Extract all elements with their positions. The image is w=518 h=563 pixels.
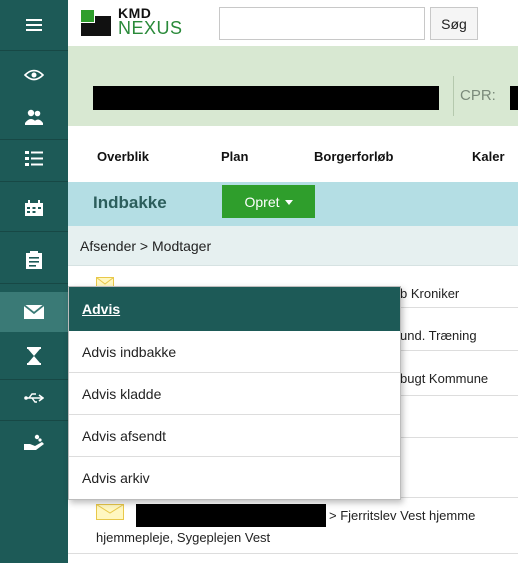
patient-banner: CPR: xyxy=(68,46,518,126)
row-text: > Fjerritslev Vest hjemme xyxy=(329,508,476,523)
inbox-header: Indbakke Opret xyxy=(68,182,518,226)
eye-icon[interactable] xyxy=(0,55,68,95)
hand-icon[interactable] xyxy=(0,422,68,462)
column-header[interactable]: Afsender > Modtager xyxy=(68,226,518,266)
top-bar: KMD NEXUS Søg xyxy=(68,0,518,46)
redacted-patient-name xyxy=(93,86,439,110)
tab-overblik[interactable]: Overblik xyxy=(97,149,149,164)
menu-item-advis-arkiv[interactable]: Advis arkiv xyxy=(69,457,400,499)
hourglass-icon[interactable] xyxy=(0,336,68,376)
left-sidebar xyxy=(0,0,68,563)
search-input[interactable] xyxy=(219,7,425,40)
calendar-icon[interactable] xyxy=(0,188,68,228)
redacted-cpr xyxy=(510,86,518,110)
create-button[interactable]: Opret xyxy=(222,185,315,218)
menu-item-label: Advis afsendt xyxy=(82,428,167,444)
row-text: bugt Kommune xyxy=(400,371,489,386)
create-button-label: Opret xyxy=(244,193,280,210)
row-text: b Kroniker xyxy=(400,286,460,301)
envelope-icon xyxy=(96,504,124,520)
dropdown-header-label[interactable]: Advis xyxy=(82,301,120,317)
row-text: und. Træning xyxy=(400,328,477,343)
logo-wordmark-bottom: NEXUS xyxy=(118,18,183,38)
menu-icon[interactable] xyxy=(0,5,68,45)
dropdown-header[interactable]: Advis xyxy=(69,287,400,331)
tab-kalender[interactable]: Kaler xyxy=(472,149,505,164)
clipboard-icon[interactable] xyxy=(0,240,68,280)
menu-item-advis-kladde[interactable]: Advis kladde xyxy=(69,373,400,415)
people-icon[interactable] xyxy=(0,97,68,137)
list-icon[interactable] xyxy=(0,139,68,179)
redacted-sender xyxy=(136,504,326,527)
row-text-line2: hjemmepleje, Sygeplejen Vest xyxy=(96,530,271,545)
divider xyxy=(453,76,454,116)
tab-bar: Overblik Plan Borgerforløb Kaler xyxy=(68,126,518,182)
column-header-label: Afsender > Modtager xyxy=(80,238,212,254)
menu-item-label: Advis kladde xyxy=(82,386,162,402)
tab-borgerforloeb[interactable]: Borgerforløb xyxy=(314,149,393,164)
cpr-label: CPR: xyxy=(460,87,496,104)
caret-down-icon xyxy=(284,200,293,205)
usb-icon[interactable] xyxy=(0,378,68,418)
menu-item-label: Advis indbakke xyxy=(82,344,177,360)
list-item[interactable]: > Fjerritslev Vest hjemme hjemmepleje, S… xyxy=(68,498,518,554)
menu-item-advis-indbakke[interactable]: Advis indbakke xyxy=(69,331,400,373)
kmd-logo-icon xyxy=(81,10,111,36)
search-button[interactable]: Søg xyxy=(430,7,478,40)
inbox-title: Indbakke xyxy=(93,193,167,212)
tab-plan[interactable]: Plan xyxy=(221,149,248,164)
menu-item-advis-afsendt[interactable]: Advis afsendt xyxy=(69,415,400,457)
advis-dropdown-menu: Advis Advis indbakke Advis kladde Advis … xyxy=(68,286,401,500)
menu-item-label: Advis arkiv xyxy=(82,470,150,486)
mail-icon[interactable] xyxy=(0,292,68,332)
